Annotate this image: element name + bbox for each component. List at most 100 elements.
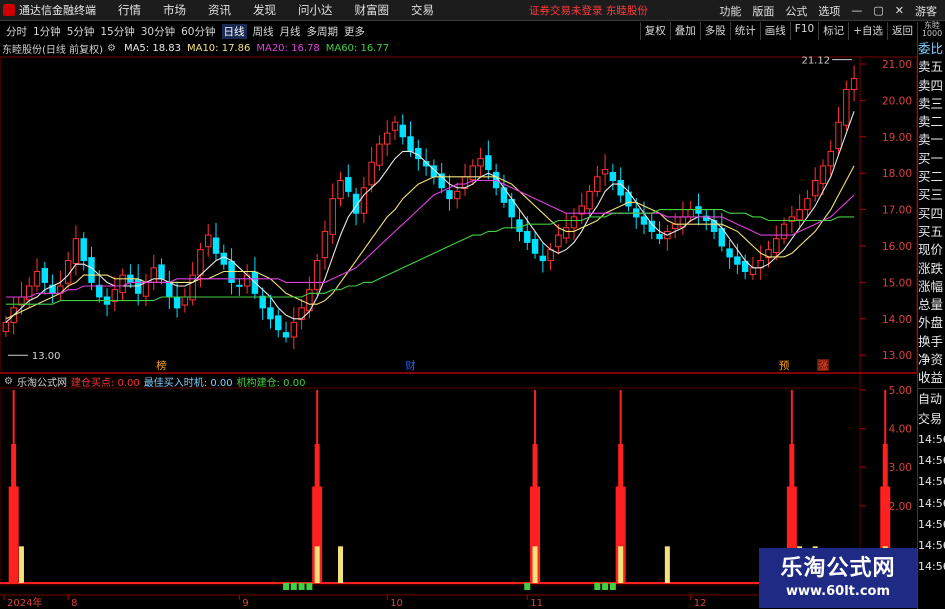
candle-up: [850, 78, 858, 90]
sidebar-caption: 东睦 1000: [921, 21, 943, 38]
institution-marker: [298, 583, 305, 590]
candle-up: [391, 121, 399, 131]
candle-up: [827, 150, 834, 167]
sidebar-time: 14:56: [918, 560, 945, 574]
sidebar-item[interactable]: 总量: [918, 296, 945, 314]
sidebar-item[interactable]: 买五: [918, 223, 945, 241]
institution-marker: [306, 583, 313, 590]
candle-up: [819, 165, 827, 184]
best-buy-bar: [314, 546, 320, 583]
candle-up: [111, 289, 119, 302]
candle-up: [843, 88, 850, 126]
signal-build-label: 建仓买点: 0.00: [70, 377, 140, 389]
candle-up: [298, 307, 305, 321]
candle-down: [345, 177, 352, 192]
gear-icon-sub[interactable]: ⚙: [4, 376, 13, 387]
candle-down: [656, 233, 663, 240]
best-buy-bar: [532, 546, 538, 583]
candle-down: [158, 264, 165, 280]
sidebar-item[interactable]: 买二: [918, 168, 945, 186]
signal-best-label: 最佳买入时机: 0.00: [143, 377, 233, 389]
candle-up: [33, 270, 41, 287]
candle-up: [687, 209, 694, 218]
candle-up: [773, 238, 780, 254]
sub-pane-border: [0, 387, 861, 586]
candle-up: [204, 234, 212, 248]
best-buy-bar: [18, 546, 24, 583]
institution-marker: [524, 583, 531, 590]
main-pane-border: [0, 56, 917, 374]
sidebar-item[interactable]: 卖五: [918, 58, 945, 76]
candle-up: [562, 227, 570, 239]
x-tick-label: 2024年: [7, 596, 42, 609]
signal-inst-label: 机构建仓: 0.00: [236, 377, 306, 389]
sidebar-item[interactable]: 涨幅: [918, 278, 945, 296]
candle-down: [282, 332, 290, 338]
sidebar-item[interactable]: 卖四: [918, 77, 945, 95]
candle-down: [438, 173, 445, 189]
candle-up: [383, 132, 391, 145]
ma10-line: [5, 165, 855, 320]
sidebar-item[interactable]: 收益: [918, 369, 945, 387]
chart-area[interactable]: 21.00 20.00 19.00 18.00 17.00 16.00 15.00 14.00…: [0, 0, 917, 609]
sidebar-item[interactable]: 买三: [918, 186, 945, 204]
candle-down: [399, 124, 406, 138]
trading-terminal: 通达信金融终端 行情 市场 资讯 发现 问小达 财富圈 交易 证券交易未登录 东…: [0, 0, 945, 609]
sidebar-item[interactable]: 卖一: [918, 131, 945, 149]
x-tick-label: 10: [390, 598, 403, 609]
candle-down: [236, 284, 243, 287]
y-tick-label: 20.00: [882, 95, 912, 107]
candle-down: [173, 296, 181, 309]
sidebar-item[interactable]: 净资: [918, 351, 945, 369]
sub-chart-info: ⚙ 乐淘公式网 建仓买点: 0.00 最佳买入时机: 0.00 机构建仓: 0.…: [0, 374, 306, 389]
y-tick-label: 15.00: [882, 277, 912, 289]
candle-down: [734, 256, 741, 265]
candle-up: [142, 281, 150, 297]
institution-marker: [602, 583, 609, 590]
sidebar-item[interactable]: 买一: [918, 150, 945, 168]
candle-up: [811, 179, 819, 197]
candle-down: [275, 315, 282, 331]
ma5-line: [5, 111, 855, 323]
x-tick-label: 11: [530, 598, 543, 609]
candle-up: [454, 190, 461, 200]
y-tick-label: 18.00: [882, 168, 912, 180]
sidebar-item[interactable]: 外盘: [918, 314, 945, 332]
guest-label[interactable]: 游客: [915, 3, 937, 19]
candle-down: [446, 190, 453, 200]
candle-up: [313, 260, 321, 291]
candle-up: [376, 143, 383, 166]
candle-down: [267, 307, 274, 320]
sidebar-item[interactable]: 换手: [918, 333, 945, 351]
sidebar-item[interactable]: 委比: [918, 40, 945, 58]
candle-down: [96, 284, 103, 298]
event-marker: 榜: [156, 359, 167, 372]
sidebar-time: 14:56: [918, 539, 945, 553]
sidebar-auto-trade[interactable]: 交易: [918, 409, 945, 429]
sub-y-tick-label: 2.00: [889, 501, 912, 513]
candle-up: [671, 223, 679, 230]
sidebar-item[interactable]: 卖三: [918, 95, 945, 113]
sidebar-item[interactable]: 涨跌: [918, 260, 945, 278]
candle-down: [166, 281, 173, 298]
sidebar-item[interactable]: 卖二: [918, 113, 945, 131]
candle-up: [337, 179, 344, 200]
event-marker: 财: [405, 359, 416, 372]
candle-up: [570, 216, 578, 229]
candle-up: [477, 158, 484, 167]
candle-down: [640, 216, 648, 225]
candle-up: [360, 187, 368, 214]
institution-marker: [283, 583, 290, 590]
institution-marker: [290, 583, 297, 590]
candle-up: [835, 121, 842, 149]
best-buy-bar: [664, 546, 670, 583]
candle-up: [780, 223, 788, 240]
candle-up: [749, 267, 757, 275]
sidebar-item[interactable]: 买四: [918, 205, 945, 223]
candle-up: [594, 176, 601, 192]
candle-down: [516, 219, 523, 232]
candle-down: [259, 295, 266, 309]
sidebar-auto-trade[interactable]: 自动: [918, 389, 945, 409]
sidebar-item[interactable]: 现价: [918, 241, 945, 259]
sidebar-time: 14:56: [918, 432, 945, 446]
